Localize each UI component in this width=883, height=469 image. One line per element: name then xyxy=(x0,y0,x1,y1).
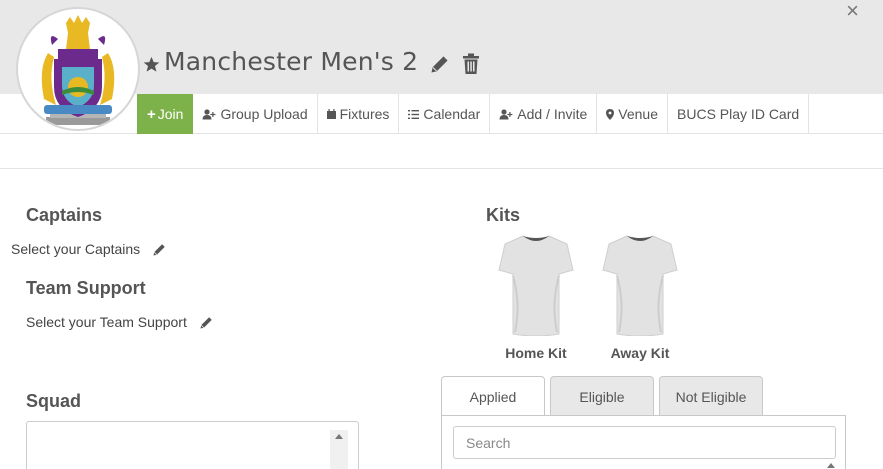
squad-list[interactable] xyxy=(26,421,359,469)
kits-heading: Kits xyxy=(486,205,521,225)
edit-icon[interactable] xyxy=(199,315,214,330)
squad-heading: Squad xyxy=(26,391,82,411)
captains-select-text: Select your Captains xyxy=(11,241,141,257)
group-upload-button[interactable]: Group Upload xyxy=(193,94,318,134)
fixtures-label: Fixtures xyxy=(339,106,390,122)
star-icon[interactable] xyxy=(143,56,160,73)
crest-logo-icon xyxy=(41,15,115,125)
section-divider xyxy=(0,168,883,169)
user-plus-icon xyxy=(499,108,513,119)
group-upload-label: Group Upload xyxy=(220,106,308,122)
join-label: Join xyxy=(157,106,184,122)
calendar-label: Calendar xyxy=(423,106,481,122)
join-button[interactable]: + Join xyxy=(137,94,194,134)
captains-heading: Captains xyxy=(26,205,103,225)
team-support-select-row: Select your Team Support xyxy=(26,314,214,330)
list-icon xyxy=(408,109,420,119)
away-kit[interactable]: Away Kit xyxy=(595,234,685,361)
tab-not-eligible[interactable]: Not Eligible xyxy=(659,376,763,416)
venue-label: Venue xyxy=(618,106,659,122)
team-support-heading: Team Support xyxy=(26,278,146,298)
scroll-up-icon[interactable] xyxy=(827,463,835,468)
home-kit-label: Home Kit xyxy=(505,345,567,361)
home-kit-shirt-icon xyxy=(498,235,574,337)
team-navbar: + Join Group Upload Fixtures Calendar Ad… xyxy=(0,94,883,134)
applied-panel xyxy=(441,415,846,469)
calendar-icon xyxy=(326,109,336,119)
scroll-up-icon[interactable] xyxy=(335,434,343,439)
team-title: Manchester Men's 2 xyxy=(143,47,480,76)
add-invite-button[interactable]: Add / Invite xyxy=(490,94,598,134)
tab-applied[interactable]: Applied xyxy=(441,376,545,416)
fixtures-button[interactable]: Fixtures xyxy=(318,94,400,134)
captains-select-row: Select your Captains xyxy=(11,241,167,257)
venue-button[interactable]: Venue xyxy=(597,94,669,134)
away-kit-label: Away Kit xyxy=(610,345,670,361)
edit-icon[interactable] xyxy=(430,54,450,74)
tab-eligible[interactable]: Eligible xyxy=(550,376,654,416)
team-page: × Manchester Men's 2 + Join Group Upload… xyxy=(0,0,883,469)
plus-icon: + xyxy=(147,105,156,123)
user-plus-icon xyxy=(202,108,216,119)
away-kit-shirt-icon xyxy=(602,235,678,337)
team-support-select-text: Select your Team Support xyxy=(26,314,187,330)
home-kit[interactable]: Home Kit xyxy=(491,234,581,361)
eligibility-tabs: Applied Eligible Not Eligible xyxy=(441,376,768,416)
squad-scrollbar[interactable] xyxy=(330,430,348,469)
add-invite-label: Add / Invite xyxy=(517,106,588,122)
team-name: Manchester Men's 2 xyxy=(164,47,419,76)
trash-icon[interactable] xyxy=(462,53,480,75)
search-input[interactable] xyxy=(453,426,836,459)
edit-icon[interactable] xyxy=(152,242,167,257)
calendar-button[interactable]: Calendar xyxy=(399,94,491,134)
team-logo xyxy=(16,7,140,131)
team-nav: + Join Group Upload Fixtures Calendar Ad… xyxy=(137,94,810,134)
close-icon[interactable]: × xyxy=(846,0,859,22)
bucs-card-button[interactable]: BUCS Play ID Card xyxy=(668,94,810,134)
map-marker-icon xyxy=(606,108,615,120)
bucs-card-label: BUCS Play ID Card xyxy=(677,106,800,122)
